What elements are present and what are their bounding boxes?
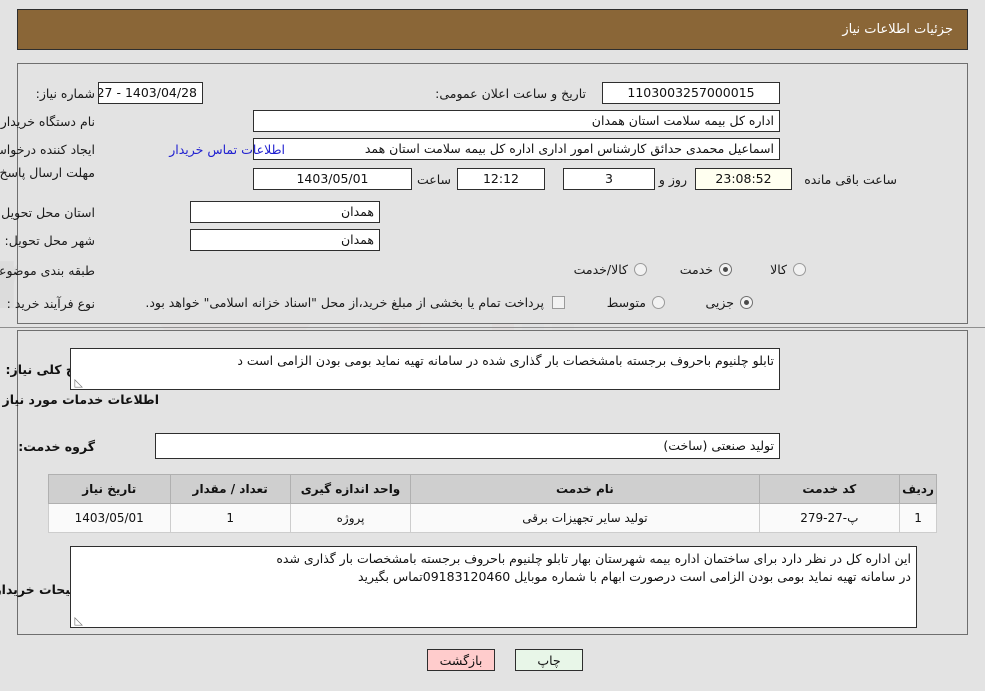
province-value: همدان [190, 201, 380, 223]
countdown-label: ساعت باقی مانده [804, 172, 897, 187]
deadline-label: مهلت ارسال پاسخ: تا تاریخ: [0, 165, 95, 181]
province-label: استان محل تحویل: [0, 205, 95, 220]
col-qty: تعداد / مقدار [169, 474, 291, 504]
radio-process-motavaset-label: متوسط [606, 295, 646, 310]
radio-category-khedmat-label: خدمت [679, 262, 713, 277]
cell-date: 1403/05/01 [48, 503, 171, 533]
buyer-contact-link[interactable]: اطلاعات تماس خریدار [169, 142, 285, 157]
deadline-time-value: 12:12 [457, 168, 545, 190]
radio-process-jozei-label: جزیی [705, 295, 734, 310]
countdown-value: 23:08:52 [695, 168, 792, 190]
announce-label: تاریخ و ساعت اعلان عمومی: [435, 86, 586, 101]
table-header-row: ردیف کد خدمت نام خدمت واحد اندازه گیری ت… [48, 474, 937, 504]
announce-value: 1403/04/28 - 12:27 [98, 82, 203, 104]
city-value: همدان [190, 229, 380, 251]
service-group-label: گروه خدمت: [18, 439, 95, 454]
need-number-value: 1103003257000015 [602, 82, 780, 104]
print-button[interactable]: چاپ [515, 649, 583, 671]
back-button[interactable]: بازگشت [427, 649, 495, 671]
resize-grip-icon-notes[interactable]: ◺ [73, 615, 83, 626]
deadline-label-text: مهلت ارسال پاسخ: تا تاریخ: [0, 165, 95, 180]
page-title: جزئیات اطلاعات نیاز [842, 22, 953, 37]
deadline-date-value: 1403/05/01 [253, 168, 412, 190]
radio-process-motavaset[interactable] [652, 296, 665, 309]
page-header: جزئیات اطلاعات نیاز [17, 9, 968, 50]
buyer-notes-textarea[interactable]: این اداره کل در نظر دارد برای ساختمان اد… [70, 546, 917, 628]
radio-category-khedmat[interactable] [719, 263, 732, 276]
service-group-value: تولید صنعتی (ساخت) [155, 433, 780, 459]
col-unit: واحد اندازه گیری [289, 474, 412, 504]
cell-qty: 1 [169, 503, 291, 533]
hour-label: ساعت [416, 172, 451, 187]
days-label: روز و [658, 172, 687, 187]
description-textarea[interactable]: تابلو چلنیوم باحروف برجسته بامشخصات بار … [70, 348, 780, 390]
radio-process-jozei[interactable] [740, 296, 753, 309]
services-section-title: اطلاعات خدمات مورد نیاز [2, 392, 160, 407]
treasury-docs-checkbox[interactable] [552, 296, 565, 309]
cell-code: پ-27-279 [758, 503, 901, 533]
col-row: ردیف [899, 474, 937, 504]
requester-label: ایجاد کننده درخواست: [0, 142, 95, 157]
buyer-notes-line2: در سامانه تهیه نماید بومی بودن الزامی اس… [357, 569, 911, 584]
buyer-org-label: نام دستگاه خریدار: [0, 114, 95, 129]
services-table: ردیف کد خدمت نام خدمت واحد اندازه گیری ت… [48, 474, 937, 533]
treasury-docs-label: پرداخت تمام یا بخشی از مبلغ خرید،از محل … [145, 295, 544, 310]
table-row: 1 پ-27-279 تولید سایر تجهیزات برقی پروژه… [48, 503, 937, 533]
col-name: نام خدمت [410, 474, 760, 504]
city-label: شهر محل تحویل: [4, 233, 95, 248]
category-label: طبقه بندی موضوعی: [0, 263, 95, 278]
cell-row: 1 [899, 503, 937, 533]
radio-category-kala[interactable] [793, 263, 806, 276]
section-divider [0, 327, 985, 328]
description-text: تابلو چلنیوم باحروف برجسته بامشخصات بار … [237, 353, 774, 368]
buyer-org-value: اداره کل بیمه سلامت استان همدان [253, 110, 780, 132]
buyer-notes-line1: این اداره کل در نظر دارد برای ساختمان اد… [276, 551, 911, 566]
col-code: کد خدمت [758, 474, 901, 504]
radio-category-kala-label: کالا [770, 262, 787, 277]
process-label: نوع فرآیند خرید : [6, 296, 95, 311]
need-number-label: شماره نیاز: [35, 86, 95, 101]
radio-category-kala-khedmat-label: کالا/خدمت [573, 262, 628, 277]
cell-unit: پروژه [289, 503, 412, 533]
col-date: تاریخ نیاز [48, 474, 171, 504]
resize-grip-icon[interactable]: ◺ [73, 377, 83, 388]
days-remaining-value: 3 [563, 168, 655, 190]
page-root: AriaTender.net جزئیات اطلاعات نیاز شماره… [0, 0, 985, 691]
cell-name: تولید سایر تجهیزات برقی [410, 503, 760, 533]
requester-value: اسماعیل محمدی حدائق کارشناس امور اداری ا… [253, 138, 780, 160]
radio-category-kala-khedmat[interactable] [634, 263, 647, 276]
